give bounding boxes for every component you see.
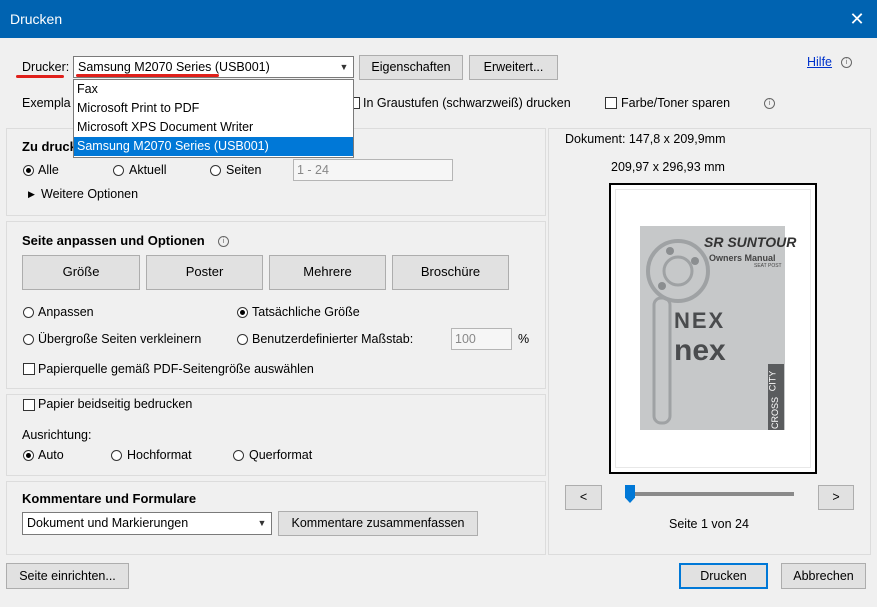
page-slider-track[interactable] (631, 492, 794, 496)
radio-landscape-label: Querformat (249, 448, 313, 462)
print-button[interactable]: Drucken (679, 563, 768, 589)
copies-label: Exempla (22, 96, 71, 110)
printer-option-samsung[interactable]: Samsung M2070 Series (USB001) (74, 137, 353, 156)
info-icon: i (764, 98, 775, 109)
document-size: Dokument: 147,8 x 209,9mm (565, 132, 726, 146)
radio-current[interactable] (113, 165, 124, 176)
more-options-toggle[interactable]: Weitere Optionen (41, 187, 138, 201)
printer-label: Drucker: (22, 60, 70, 74)
paper-source-label: Papierquelle gemäß PDF-Seitengröße auswä… (38, 362, 314, 376)
cover-tag-city: CITY (767, 370, 778, 392)
printer-dropdown-list[interactable]: Fax Microsoft Print to PDF Microsoft XPS… (73, 79, 354, 158)
duplex-label: Papier beidseitig bedrucken (38, 397, 193, 411)
page-counter: Seite 1 von 24 (669, 517, 749, 531)
booklet-button[interactable]: Broschüre (392, 255, 509, 290)
cancel-button[interactable]: Abbrechen (781, 563, 866, 589)
save-toner-checkbox[interactable] (605, 97, 617, 109)
cover-image: SR SUNTOUR Owners Manual SEAT POST NEX n… (640, 226, 796, 430)
info-icon: i (218, 236, 229, 247)
info-icon: i (841, 57, 852, 68)
multiple-button[interactable]: Mehrere (269, 255, 386, 290)
paper-size: 209,97 x 296,93 mm (611, 160, 725, 174)
radio-landscape[interactable] (233, 450, 244, 461)
page-preview: SR SUNTOUR Owners Manual SEAT POST NEX n… (609, 183, 817, 474)
radio-all-label: Alle (38, 163, 59, 177)
comments-select-value: Dokument und Markierungen (27, 516, 189, 530)
radio-pages[interactable] (210, 165, 221, 176)
annotation-underline-printer (76, 74, 219, 77)
radio-current-label: Aktuell (129, 163, 167, 177)
printer-option-fax[interactable]: Fax (74, 80, 353, 99)
cover-tag-cross: CROSS (770, 396, 781, 430)
pages-title: Zu druck (22, 139, 77, 154)
cover-model: nex (674, 334, 726, 367)
comments-title: Kommentare und Formulare (22, 491, 197, 506)
cover-model-outline: NEX (674, 308, 726, 333)
radio-fit[interactable] (23, 307, 34, 318)
grayscale-label: In Graustufen (schwarzweiß) drucken (363, 96, 571, 110)
cover-manual: Owners Manual (709, 253, 776, 263)
scale-input[interactable]: 100 (451, 328, 512, 350)
fit-title: Seite anpassen und Optionen (22, 233, 205, 248)
annotation-underline-label (16, 75, 64, 78)
window-title: Drucken (10, 11, 63, 27)
printer-option-xps[interactable]: Microsoft XPS Document Writer (74, 118, 353, 137)
radio-auto-label: Auto (38, 448, 64, 462)
printer-select-value: Samsung M2070 Series (USB001) (78, 60, 270, 74)
radio-all[interactable] (23, 165, 34, 176)
cover-brand: SR SUNTOUR (704, 234, 797, 250)
poster-button[interactable]: Poster (146, 255, 263, 290)
page-setup-button[interactable]: Seite einrichten... (6, 563, 129, 589)
advanced-button[interactable]: Erweitert... (469, 55, 558, 80)
chevron-down-icon[interactable]: ▼ (335, 57, 353, 77)
percent-label: % (518, 332, 530, 346)
save-toner-label: Farbe/Toner sparen (621, 96, 731, 110)
comments-select[interactable]: Dokument und Markierungen ▼ (22, 512, 272, 535)
radio-portrait-label: Hochformat (127, 448, 192, 462)
close-icon[interactable]: ✕ (845, 6, 869, 32)
title-bar: Drucken ✕ (0, 0, 877, 38)
radio-shrink[interactable] (23, 334, 34, 345)
duplex-checkbox[interactable] (23, 399, 35, 411)
size-button[interactable]: Größe (22, 255, 140, 290)
radio-fit-label: Anpassen (38, 305, 94, 319)
triangle-right-icon[interactable]: ▶ (28, 189, 35, 200)
cover-sub: SEAT POST (754, 263, 782, 269)
paper-source-checkbox[interactable] (23, 363, 35, 375)
printer-option-pdf[interactable]: Microsoft Print to PDF (74, 99, 353, 118)
help-link[interactable]: Hilfe (807, 55, 832, 69)
radio-actual-size-label: Tatsächliche Größe (252, 305, 360, 319)
radio-actual-size[interactable] (237, 307, 248, 318)
orientation-label: Ausrichtung: (22, 428, 92, 442)
radio-custom-scale-label: Benutzerdefinierter Maßstab: (252, 332, 414, 346)
prev-page-button[interactable]: < (565, 485, 602, 510)
radio-portrait[interactable] (111, 450, 122, 461)
page-range-input[interactable]: 1 - 24 (293, 159, 453, 181)
summarize-comments-button[interactable]: Kommentare zusammenfassen (278, 511, 478, 536)
radio-pages-label: Seiten (226, 163, 262, 177)
chevron-down-icon[interactable]: ▼ (253, 513, 271, 534)
radio-auto[interactable] (23, 450, 34, 461)
radio-custom-scale[interactable] (237, 334, 248, 345)
next-page-button[interactable]: > (818, 485, 854, 510)
radio-shrink-label: Übergroße Seiten verkleinern (38, 332, 202, 346)
properties-button[interactable]: Eigenschaften (359, 55, 463, 80)
